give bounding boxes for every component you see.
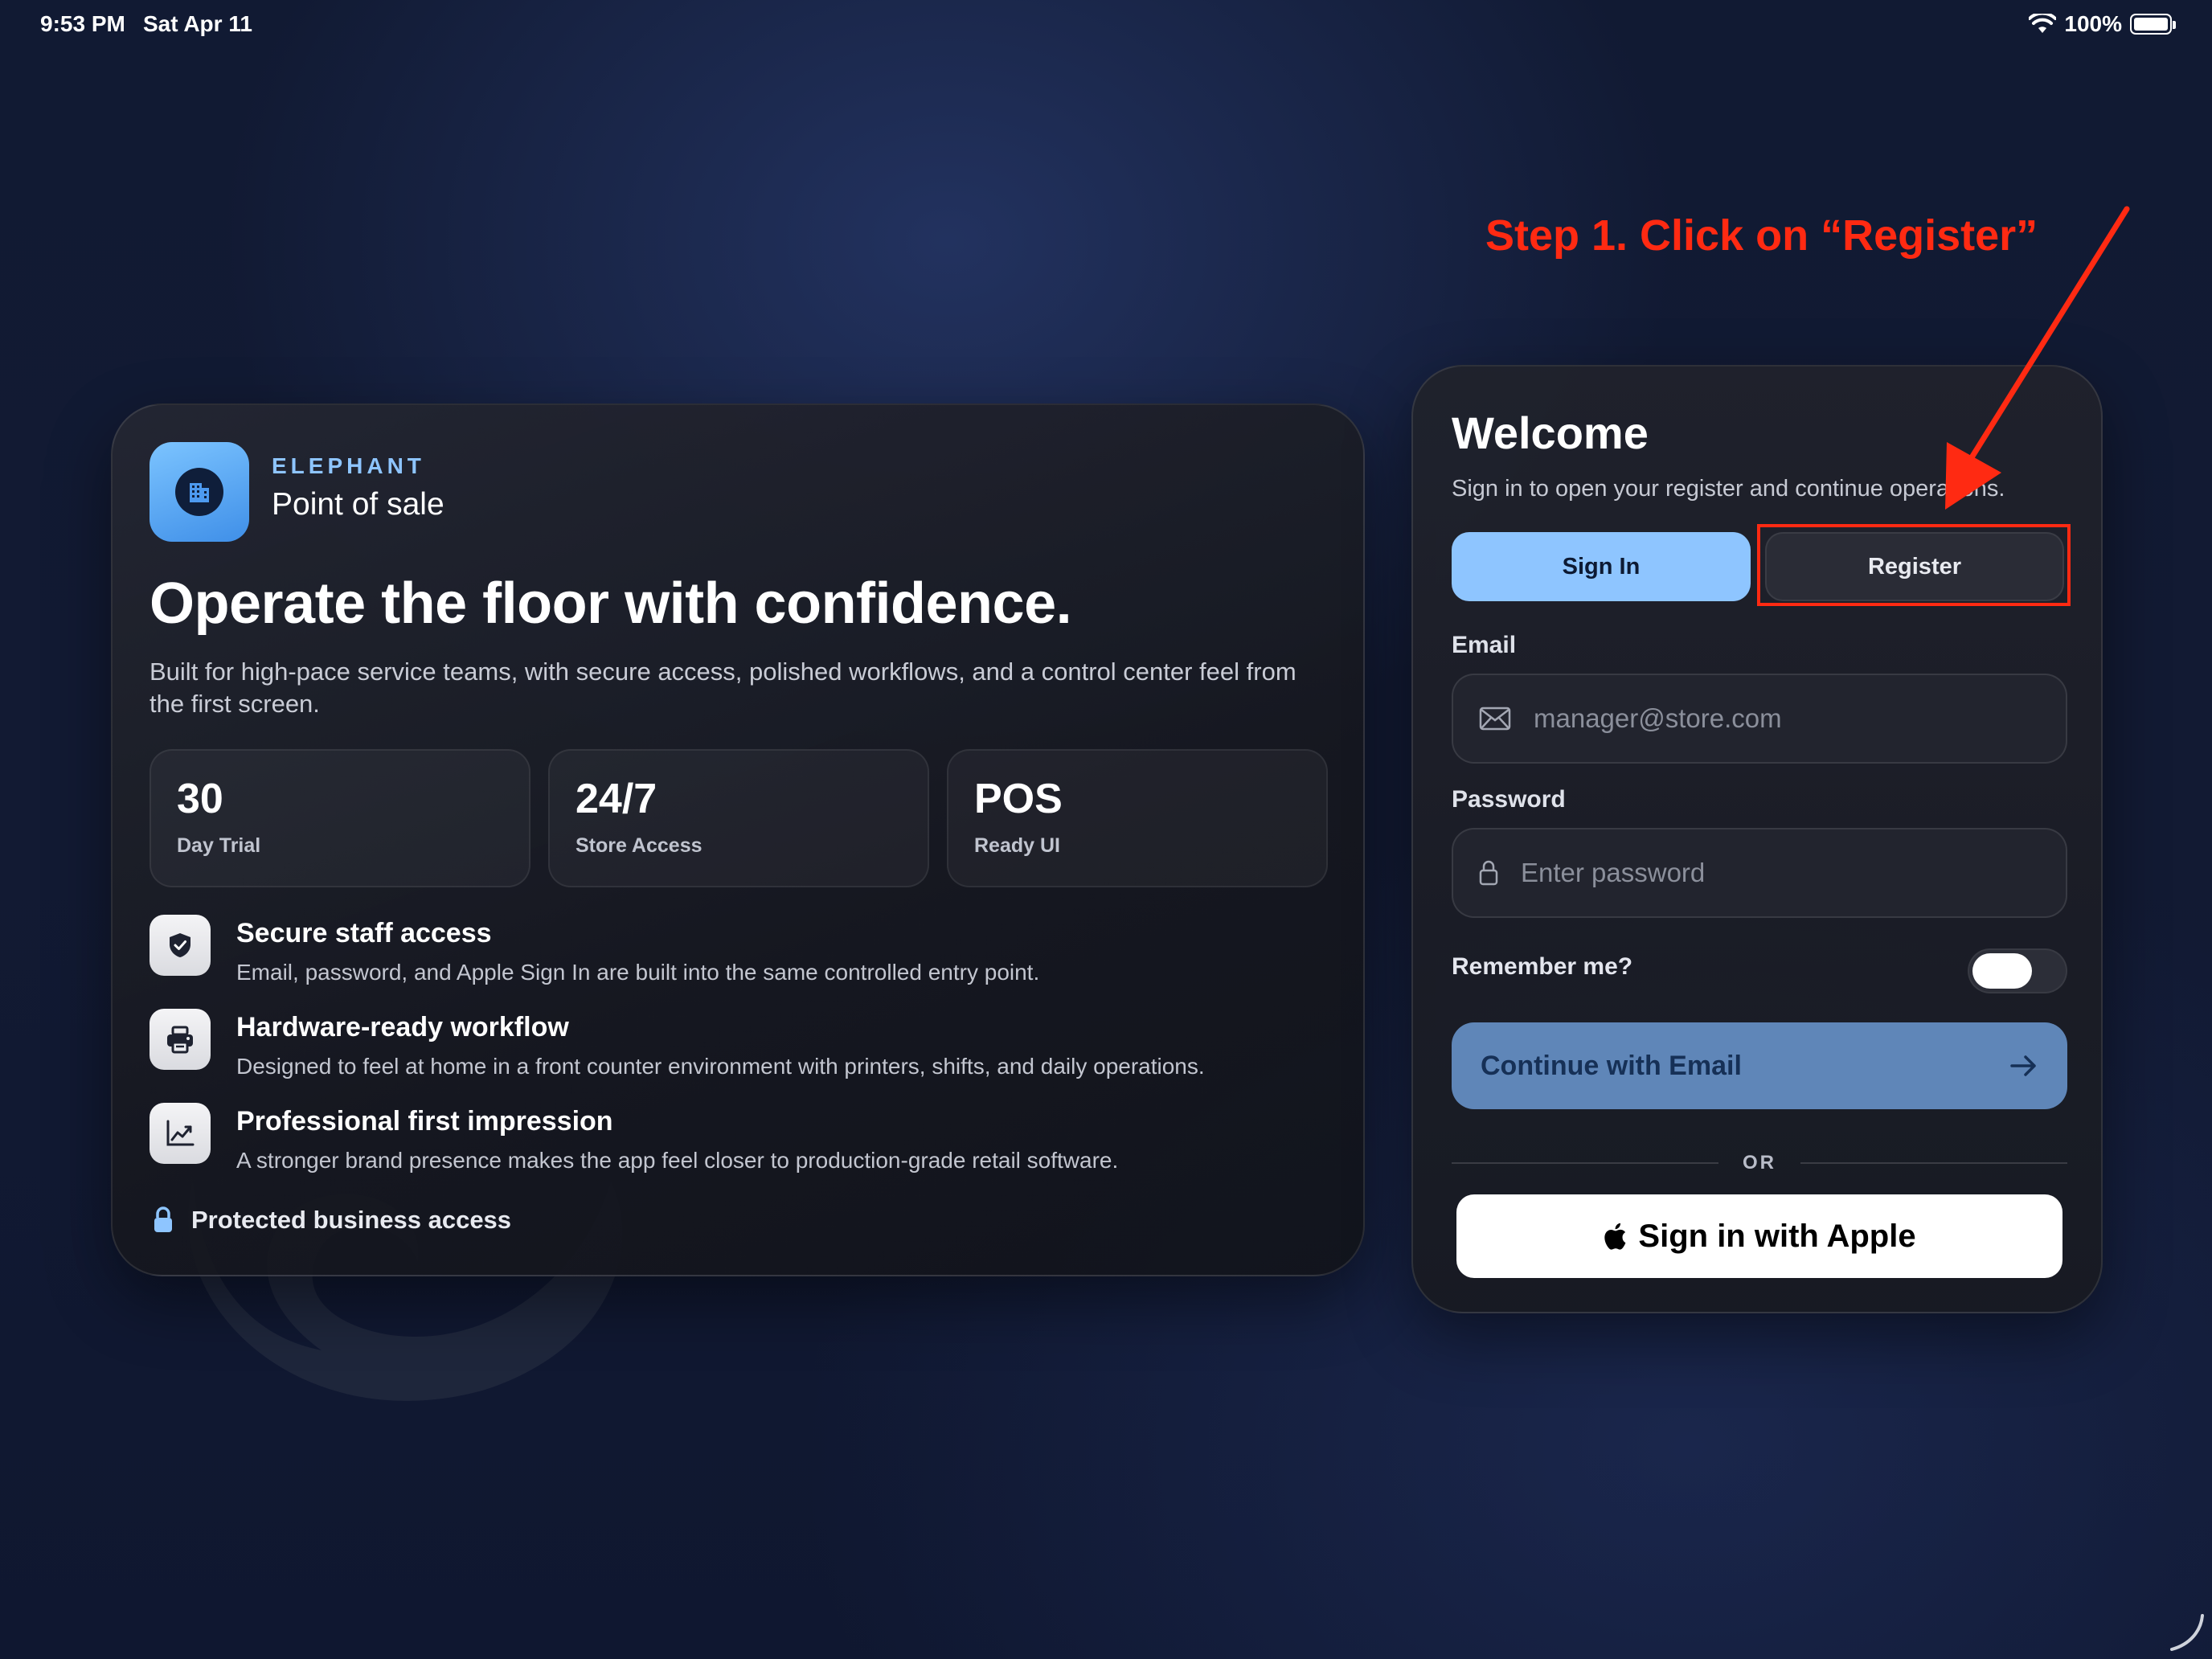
battery-icon xyxy=(2130,14,2176,35)
annotation-arrow-icon xyxy=(1945,206,2130,510)
tab-sign-in[interactable]: Sign In xyxy=(1452,532,1751,601)
feature-list: Secure staff access Email, password, and… xyxy=(150,915,1339,1197)
stat-value: 24/7 xyxy=(576,776,657,822)
hero-title: Operate the floor with confidence. xyxy=(150,571,1072,636)
feature-description: A stronger brand presence makes the app … xyxy=(236,1148,1119,1173)
stat-card-trial: 30 Day Trial xyxy=(150,749,530,887)
apple-button-label: Sign in with Apple xyxy=(1638,1218,1916,1254)
brand-logo-icon xyxy=(150,442,249,542)
or-divider: OR xyxy=(1452,1151,2067,1175)
hero-card: ELEPHANT Point of sale Operate the floor… xyxy=(111,403,1365,1276)
printer-icon xyxy=(150,1009,211,1070)
password-label: Password xyxy=(1452,786,1566,813)
battery-percent: 100% xyxy=(2064,11,2122,36)
feature-item-hardware: Hardware-ready workflow Designed to feel… xyxy=(150,1009,1339,1103)
status-time: 9:53 PM xyxy=(40,11,125,36)
apple-logo-icon xyxy=(1604,1223,1626,1250)
stat-card-pos: POS Ready UI xyxy=(947,749,1328,887)
stats-row: 30 Day Trial 24/7 Store Access POS Ready… xyxy=(150,749,1328,887)
continue-button-label: Continue with Email xyxy=(1481,1050,1742,1081)
wifi-icon xyxy=(2029,14,2057,33)
brand-name: ELEPHANT xyxy=(272,453,425,478)
status-indicators: 100% xyxy=(2029,11,2176,37)
password-field-container[interactable] xyxy=(1452,828,2067,918)
lock-icon xyxy=(154,1206,172,1232)
stat-label: Ready UI xyxy=(974,834,1060,857)
annotation-highlight-box xyxy=(1757,524,2071,606)
brand-subtitle: Point of sale xyxy=(272,487,444,522)
feature-title: Secure staff access xyxy=(236,918,492,948)
building-icon xyxy=(190,483,209,502)
shield-check-icon xyxy=(150,915,211,976)
feature-item-impression: Professional first impression A stronger… xyxy=(150,1103,1339,1197)
stat-label: Store Access xyxy=(576,834,703,857)
feature-title: Hardware-ready workflow xyxy=(236,1012,569,1043)
feature-item-secure: Secure staff access Email, password, and… xyxy=(150,915,1339,1009)
toggle-knob xyxy=(1972,953,2032,989)
lock-outline-icon xyxy=(1479,860,1498,886)
stat-card-access: 24/7 Store Access xyxy=(548,749,929,887)
hero-description: Built for high-pace service teams, with … xyxy=(150,657,1296,718)
email-label: Email xyxy=(1452,632,1517,658)
feature-description: Email, password, and Apple Sign In are b… xyxy=(236,960,1040,985)
email-field-container[interactable] xyxy=(1452,674,2067,764)
protected-access-note: Protected business access xyxy=(153,1206,511,1235)
continue-with-email-button[interactable]: Continue with Email xyxy=(1452,1022,2067,1109)
envelope-icon xyxy=(1479,707,1511,731)
password-field[interactable] xyxy=(1521,858,2003,888)
protected-access-label: Protected business access xyxy=(191,1206,512,1234)
stat-value: 30 xyxy=(177,776,223,822)
stat-label: Day Trial xyxy=(177,834,261,857)
divider-label: OR xyxy=(1743,1152,1776,1174)
feature-title: Professional first impression xyxy=(236,1106,613,1137)
remember-me-label: Remember me? xyxy=(1452,953,1633,980)
status-date: Sat Apr 11 xyxy=(143,11,252,36)
feature-description: Designed to feel at home in a front coun… xyxy=(236,1054,1205,1079)
divider-line xyxy=(1800,1162,2067,1164)
remember-me-toggle[interactable] xyxy=(1968,948,2067,993)
status-bar: 9:53 PM Sat Apr 11 100% xyxy=(0,0,2212,51)
arrow-right-icon xyxy=(2010,1055,2036,1076)
stat-value: POS xyxy=(974,776,1063,822)
corner-gesture-indicator xyxy=(2170,1614,2204,1651)
sign-in-with-apple-button[interactable]: Sign in with Apple xyxy=(1456,1194,2062,1278)
email-field[interactable] xyxy=(1534,703,2016,734)
chart-trend-icon xyxy=(150,1103,211,1164)
divider-line xyxy=(1452,1162,1718,1164)
auth-title: Welcome xyxy=(1452,408,1649,458)
